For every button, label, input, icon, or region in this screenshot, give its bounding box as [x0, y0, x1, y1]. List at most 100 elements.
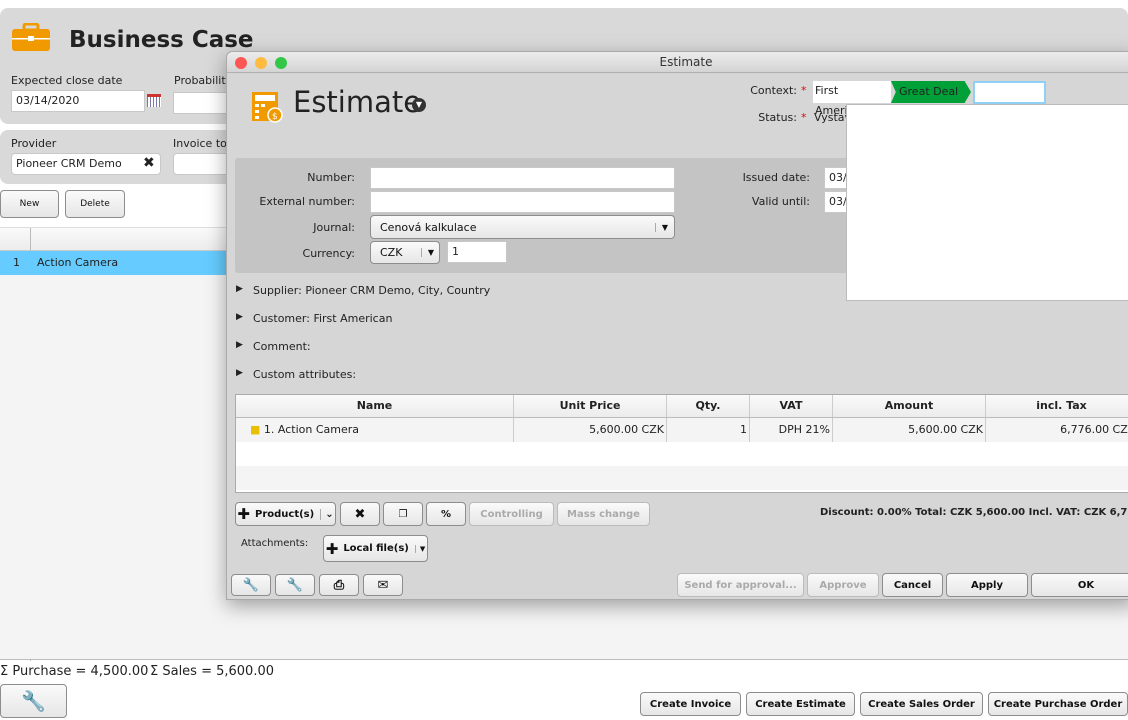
number-label: Number: [307, 171, 355, 184]
copy-item-button[interactable]: ❐ [383, 502, 423, 526]
sum-purchase: Σ Purchase = 4,500.00 [0, 664, 149, 679]
create-purchase-order-button[interactable]: Create Purchase Order [988, 692, 1128, 716]
local-files-label: Local file(s) [343, 543, 409, 554]
status-label: Status: [758, 111, 797, 124]
totals-summary: Discount: 0.00% Total: CZK 5,600.00 Incl… [820, 507, 1128, 518]
create-invoice-button[interactable]: Create Invoice [640, 692, 741, 716]
item-qty: 1 [667, 418, 750, 442]
required-icon: * [801, 84, 807, 97]
expand-comment-icon[interactable]: ▶ [236, 340, 243, 350]
issued-date-label: Issued date: [742, 171, 810, 184]
items-table: Name Unit Price Qty. VAT Amount incl. Ta… [235, 394, 1128, 493]
col-qty[interactable]: Qty. [667, 395, 750, 417]
currency-label: Currency: [302, 247, 355, 260]
wrench-icon: 🔧 [21, 689, 46, 713]
copy-icon: ❐ [398, 508, 408, 520]
title-bar: Estimate [227, 52, 1128, 73]
plus-icon: ✚ [325, 539, 339, 558]
folder-icon: ■ [250, 423, 261, 436]
exchange-rate-input[interactable]: 1 [447, 241, 507, 263]
cancel-button[interactable]: Cancel [882, 573, 943, 597]
probability-label: Probability [174, 74, 233, 87]
col-unit-price[interactable]: Unit Price [514, 395, 667, 417]
col-vat[interactable]: VAT [750, 395, 833, 417]
expand-custom-attributes-icon[interactable]: ▶ [236, 368, 243, 378]
discount-button[interactable]: % [426, 502, 466, 526]
chevron-down-icon: ▼ [654, 222, 668, 232]
attachments-label: Attachments: [241, 538, 309, 549]
delete-button[interactable]: Delete [65, 190, 125, 218]
add-product-button[interactable]: ✚ Product(s) ⌄ [235, 502, 336, 526]
invoice-to-input[interactable] [173, 153, 233, 175]
journal-select[interactable]: Cenová kalkulace ▼ [370, 215, 675, 239]
printer-icon: ⎙ [333, 577, 345, 593]
apply-button[interactable]: Apply [946, 573, 1028, 597]
sum-sales: Σ Sales = 5,600.00 [150, 664, 274, 679]
window-title: Estimate [659, 55, 713, 69]
ok-button[interactable]: OK [1031, 573, 1128, 597]
plus-icon: ✚ [237, 505, 250, 523]
item-name: ■ 1. Action Camera [236, 418, 514, 442]
title-dropdown-icon[interactable]: ▼ [412, 98, 426, 112]
journal-label: Journal: [313, 221, 355, 234]
wrench-icon: 🔧 [286, 577, 304, 593]
row-number: 1 [13, 256, 20, 269]
page-title: Business Case [69, 27, 254, 53]
calendar-icon[interactable] [147, 94, 161, 107]
number-input[interactable] [370, 167, 675, 189]
approve-button[interactable]: Approve [807, 573, 879, 597]
col-incl-tax[interactable]: incl. Tax [986, 395, 1128, 417]
customer-section[interactable]: Customer: First American [253, 312, 392, 325]
estimate-dialog: Estimate $ Estimate ▼ Context: * First A… [226, 51, 1128, 600]
custom-attributes-section[interactable]: Custom attributes: [253, 368, 356, 381]
context-input[interactable] [973, 81, 1046, 104]
controlling-button[interactable]: Controlling [469, 502, 554, 526]
invoice-to-label: Invoice to [173, 137, 227, 150]
provider-label: Provider [11, 137, 57, 150]
item-unit-price: 5,600.00 CZK [514, 418, 667, 442]
remove-item-button[interactable]: ✖ [340, 502, 380, 526]
external-number-input[interactable] [370, 191, 675, 213]
currency-select[interactable]: CZK ▼ [370, 241, 440, 264]
expected-close-label: Expected close date [11, 74, 123, 87]
wrench-button[interactable]: 🔧 [0, 684, 67, 718]
clear-provider-icon[interactable]: ✖ [143, 155, 155, 171]
context-item-first-american[interactable]: First American [813, 81, 891, 117]
send-for-approval-button[interactable]: Send for approval... [677, 573, 804, 597]
print-button[interactable]: ⎙ [319, 574, 359, 596]
tools-alt-button[interactable]: 🔧 [275, 574, 315, 596]
col-name[interactable]: Name [236, 395, 514, 417]
table-row[interactable]: ■ 1. Action Camera 5,600.00 CZK 1 DPH 21… [236, 418, 1128, 442]
row-name: Action Camera [37, 256, 119, 269]
valid-until-label: Valid until: [751, 195, 810, 208]
new-button[interactable]: New [0, 190, 59, 218]
probability-input[interactable] [173, 92, 233, 114]
chevron-down-icon: ▼ [420, 248, 434, 257]
expand-customer-icon[interactable]: ▶ [236, 312, 243, 322]
context-dropdown-popup[interactable] [846, 104, 1128, 301]
calculator-icon: $ [251, 91, 283, 123]
dialog-title: Estimate [293, 85, 422, 119]
mass-change-button[interactable]: Mass change [557, 502, 650, 526]
context-item-great-deal[interactable]: Great Deal [891, 81, 971, 103]
email-button[interactable]: ✉ [363, 574, 403, 596]
expand-supplier-icon[interactable]: ▶ [236, 284, 243, 294]
external-number-label: External number: [259, 195, 355, 208]
tools-button[interactable]: 🔧 [231, 574, 271, 596]
col-amount[interactable]: Amount [833, 395, 986, 417]
chevron-down-icon: ▼ [414, 544, 425, 553]
item-incl-tax: 6,776.00 CZK [986, 418, 1128, 442]
chevron-down-icon: ⌄ [320, 508, 334, 520]
create-estimate-button[interactable]: Create Estimate [746, 692, 855, 716]
required-icon: * [801, 111, 807, 124]
currency-value: CZK [380, 246, 403, 259]
context-label: Context: [750, 84, 797, 97]
expected-close-input[interactable]: 03/14/2020 [11, 90, 145, 112]
comment-section[interactable]: Comment: [253, 340, 311, 353]
supplier-section[interactable]: Supplier: Pioneer CRM Demo, City, Countr… [253, 284, 490, 297]
provider-input[interactable]: Pioneer CRM Demo [11, 153, 161, 175]
create-sales-order-button[interactable]: Create Sales Order [860, 692, 983, 716]
item-amount: 5,600.00 CZK [833, 418, 986, 442]
items-header: Name Unit Price Qty. VAT Amount incl. Ta… [236, 395, 1128, 418]
add-local-files-button[interactable]: ✚ Local file(s) ▼ [323, 535, 428, 562]
